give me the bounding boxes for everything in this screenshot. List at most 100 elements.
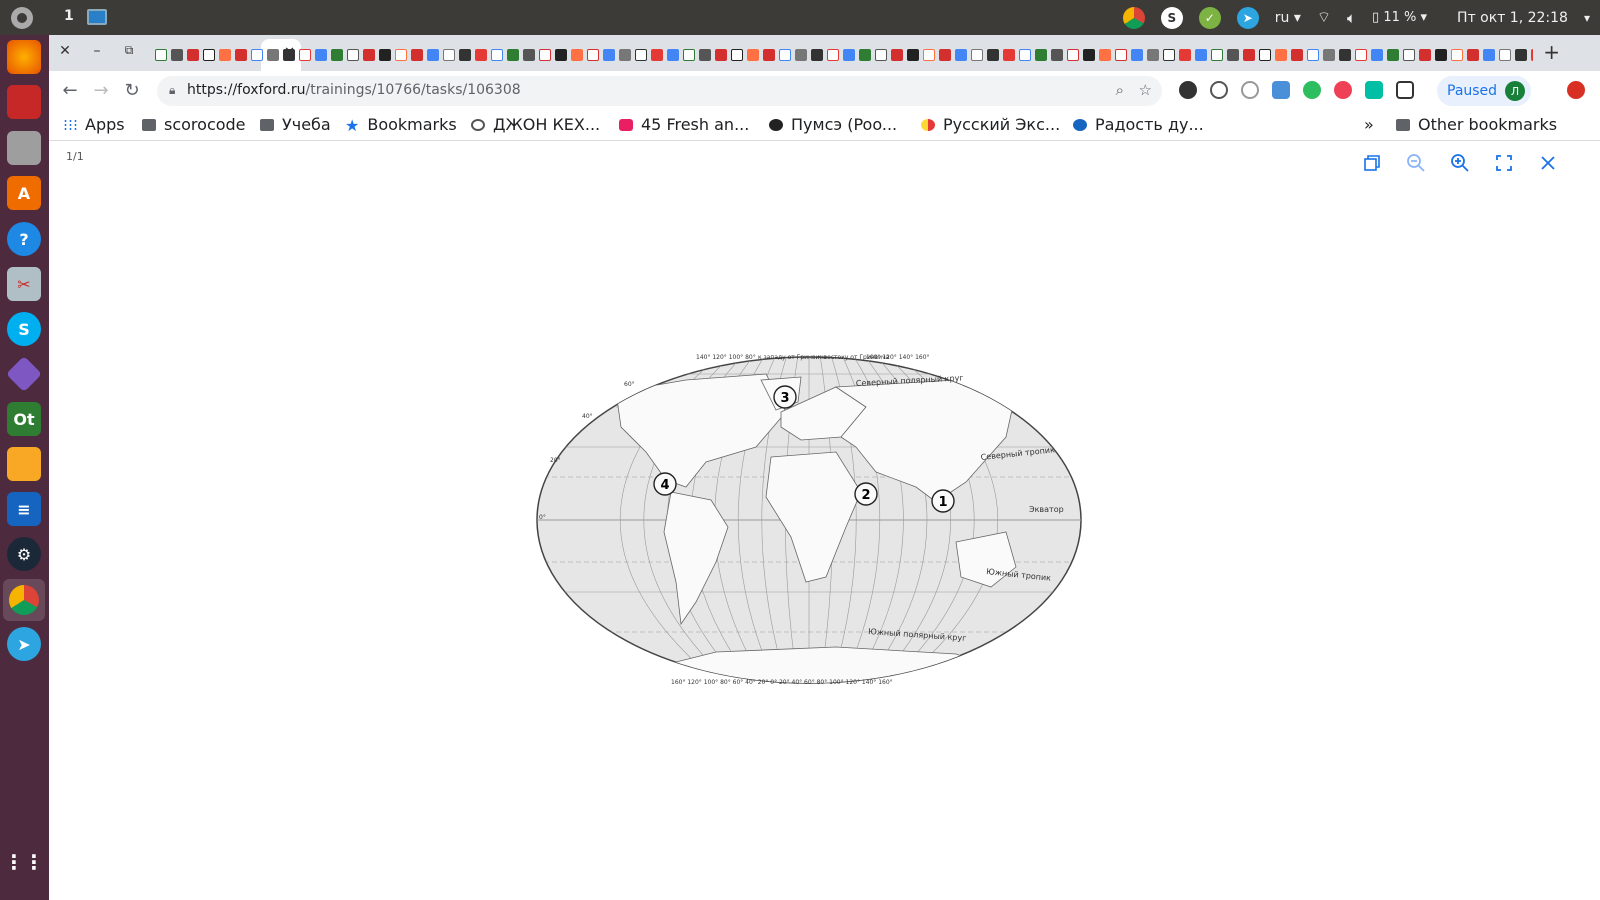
tab-favicon-icon[interactable] [635, 48, 647, 61]
firefox-icon[interactable] [7, 40, 41, 74]
update-menu-icon[interactable] [1567, 81, 1585, 99]
files-icon[interactable] [7, 131, 41, 165]
tab-favicon-icon[interactable] [1339, 48, 1351, 61]
tab-favicon-icon[interactable] [187, 48, 199, 61]
tab-favicon-icon[interactable] [1211, 48, 1223, 61]
tab-favicon-icon[interactable] [1115, 48, 1127, 61]
tab-favicon-icon[interactable] [1051, 48, 1063, 61]
tab-favicon-icon[interactable] [235, 48, 247, 61]
settings-tools-icon[interactable]: ✂ [7, 267, 41, 301]
tab-favicon-icon[interactable] [971, 48, 983, 61]
extension-pocket-icon[interactable] [1334, 81, 1352, 99]
volume-icon[interactable]: 🔈︎ [1347, 9, 1356, 27]
writer-icon[interactable]: ≡ [7, 492, 41, 526]
forward-button[interactable]: → [90, 80, 112, 101]
bookmark-item[interactable]: 45 Fresh an... [619, 115, 749, 134]
tab-favicon-icon[interactable] [555, 48, 567, 61]
tab-favicon-icon[interactable] [571, 48, 583, 61]
tab-favicon-icon[interactable] [1371, 48, 1383, 61]
tab-favicon-icon[interactable] [1323, 48, 1335, 61]
tab-favicon-icon[interactable] [459, 48, 471, 61]
tab-favicon-icon[interactable] [363, 48, 375, 61]
tab-favicons[interactable] [153, 44, 1533, 64]
tab-favicon-icon[interactable] [523, 48, 535, 61]
close-viewer-icon[interactable] [1537, 152, 1559, 174]
bookmark-item[interactable]: scorocode [142, 115, 246, 134]
tab-favicon-icon[interactable] [1307, 48, 1319, 61]
tab-favicon-icon[interactable] [283, 48, 295, 61]
tab-favicon-icon[interactable] [795, 48, 807, 61]
tab-favicon-icon[interactable] [427, 48, 439, 61]
tab-favicon-icon[interactable] [491, 48, 503, 61]
tab-favicon-icon[interactable] [619, 48, 631, 61]
tab-favicon-icon[interactable] [219, 48, 231, 61]
tab-favicon-icon[interactable] [603, 48, 615, 61]
tab-favicon-icon[interactable] [843, 48, 855, 61]
tab-favicon-icon[interactable] [443, 48, 455, 61]
check-tray-icon[interactable]: ✓ [1198, 6, 1221, 29]
tab-favicon-icon[interactable] [379, 48, 391, 61]
tab-favicon-icon[interactable] [859, 48, 871, 61]
window-restore-icon[interactable]: ⧉ [119, 43, 139, 58]
power-menu-icon[interactable]: ▾ [1584, 11, 1590, 25]
zoom-out-icon[interactable] [1405, 152, 1427, 174]
window-minimize-icon[interactable]: – [87, 43, 107, 59]
tab-favicon-icon[interactable] [1403, 48, 1415, 61]
bookmark-apps[interactable]: Apps [63, 115, 125, 134]
tab-favicon-icon[interactable] [1163, 48, 1175, 61]
extension-translate-icon[interactable] [1396, 81, 1414, 99]
tab-favicon-icon[interactable] [1195, 48, 1207, 61]
image-viewer-icon[interactable] [7, 447, 41, 481]
tab-favicon-icon[interactable] [251, 48, 263, 61]
skype-dock-icon[interactable]: S [7, 312, 41, 346]
tab-favicon-icon[interactable] [203, 48, 215, 61]
tab-favicon-icon[interactable] [875, 48, 887, 61]
extension-drive-icon[interactable] [1272, 81, 1290, 99]
tab-favicon-icon[interactable] [1435, 48, 1447, 61]
tab-favicon-icon[interactable] [763, 48, 775, 61]
tab-favicon-icon[interactable] [1019, 48, 1031, 61]
extension-flag-icon[interactable] [1365, 81, 1383, 99]
tab-favicon-icon[interactable] [699, 48, 711, 61]
workspace-screen-icon[interactable] [87, 9, 107, 25]
tab-favicon-icon[interactable] [955, 48, 967, 61]
software-center-icon[interactable]: A [7, 176, 41, 210]
tab-favicon-icon[interactable] [267, 48, 279, 61]
tab-favicon-icon[interactable] [747, 48, 759, 61]
reload-button[interactable]: ↻ [121, 80, 143, 101]
tab-favicon-icon[interactable] [715, 48, 727, 61]
bookmark-item[interactable]: ДЖОН КЕХ... [471, 115, 600, 134]
tab-favicon-icon[interactable] [1227, 48, 1239, 61]
profile-paused-button[interactable]: Paused Л [1437, 76, 1532, 106]
language-indicator[interactable]: ru ▾ [1275, 10, 1301, 26]
bookmarks-overflow-button[interactable]: » [1364, 115, 1374, 134]
tab-favicon-icon[interactable] [1179, 48, 1191, 61]
tab-favicon-icon[interactable] [1291, 48, 1303, 61]
tab-favicon-icon[interactable] [315, 48, 327, 61]
fullscreen-icon[interactable] [1493, 152, 1515, 174]
tab-favicon-icon[interactable] [891, 48, 903, 61]
clock[interactable]: Пт окт 1, 22:18 [1457, 10, 1568, 26]
tab-favicon-icon[interactable] [1147, 48, 1159, 61]
extension-globe-icon[interactable] [1241, 81, 1259, 99]
tab-favicon-icon[interactable] [475, 48, 487, 61]
tab-favicon-icon[interactable] [171, 48, 183, 61]
battery-indicator[interactable]: ▯ 11 % ▾ [1372, 10, 1427, 25]
bookmark-item[interactable]: Радость ду... [1073, 115, 1204, 134]
tab-favicon-icon[interactable] [651, 48, 663, 61]
tab-favicon-icon[interactable] [1483, 48, 1495, 61]
workspace-indicator[interactable]: 1 [64, 8, 74, 24]
tab-favicon-icon[interactable] [731, 48, 743, 61]
tab-favicon-icon[interactable] [683, 48, 695, 61]
libreoffice-calc-icon[interactable]: Ot [7, 402, 41, 436]
bookmark-item[interactable]: Пумсэ (Poo... [769, 115, 897, 134]
extension-evernote-icon[interactable] [1303, 81, 1321, 99]
tab-favicon-icon[interactable] [827, 48, 839, 61]
copy-icon[interactable] [1361, 152, 1383, 174]
tab-favicon-icon[interactable] [395, 48, 407, 61]
tab-favicon-icon[interactable] [1003, 48, 1015, 61]
gem-app-icon[interactable] [5, 355, 43, 393]
bookmark-item[interactable]: ★ Bookmarks [345, 115, 457, 135]
back-button[interactable]: ← [59, 80, 81, 101]
new-tab-button[interactable]: + [1543, 40, 1560, 64]
